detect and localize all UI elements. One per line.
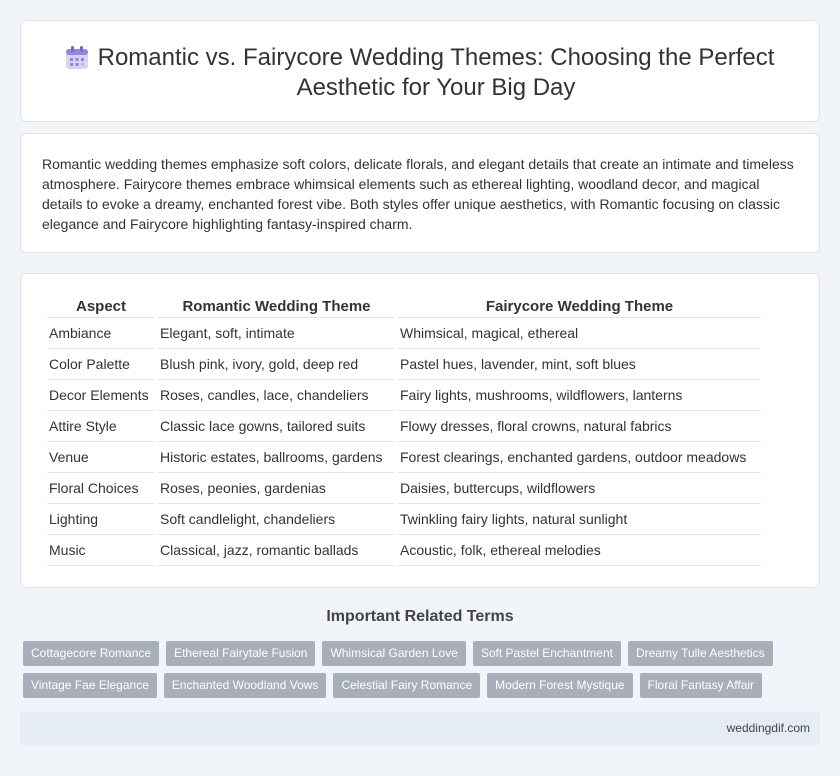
table-cell: Classical, jazz, romantic ballads (158, 535, 395, 566)
footer-site-link[interactable]: weddingdif.com (727, 721, 810, 735)
column-header-aspect: Aspect (47, 296, 155, 318)
tag-row: Vintage Fae Elegance Enchanted Woodland … (23, 673, 783, 698)
tag-link[interactable]: Celestial Fairy Romance (333, 673, 481, 698)
table-cell: Decor Elements (47, 380, 155, 411)
table-cell: Acoustic, folk, ethereal melodies (398, 535, 761, 566)
footer-bar: weddingdif.com (20, 712, 820, 745)
table-header-row: Aspect Romantic Wedding Theme Fairycore … (47, 296, 761, 318)
table-row: Lighting Soft candlelight, chandeliers T… (47, 504, 761, 535)
table-row: Music Classical, jazz, romantic ballads … (47, 535, 761, 566)
table-cell: Daisies, buttercups, wildflowers (398, 473, 761, 504)
table-cell: Venue (47, 442, 155, 473)
column-header-fairycore: Fairycore Wedding Theme (398, 296, 761, 318)
table-row: Attire Style Classic lace gowns, tailore… (47, 411, 761, 442)
table-cell: Roses, peonies, gardenias (158, 473, 395, 504)
table-cell: Attire Style (47, 411, 155, 442)
table-row: Decor Elements Roses, candles, lace, cha… (47, 380, 761, 411)
table-cell: Lighting (47, 504, 155, 535)
table-cell: Whimsical, magical, ethereal (398, 318, 761, 349)
tag-row: Cottagecore Romance Ethereal Fairytale F… (23, 641, 783, 666)
table-cell: Blush pink, ivory, gold, deep red (158, 349, 395, 380)
tag-link[interactable]: Soft Pastel Enchantment (472, 641, 621, 666)
tag-link[interactable]: Vintage Fae Elegance (23, 673, 157, 698)
tag-link[interactable]: Cottagecore Romance (23, 641, 160, 666)
table-row: Floral Choices Roses, peonies, gardenias… (47, 473, 761, 504)
table-cell: Flowy dresses, floral crowns, natural fa… (398, 411, 761, 442)
column-header-romantic: Romantic Wedding Theme (158, 296, 395, 318)
tag-link[interactable]: Whimsical Garden Love (322, 641, 466, 666)
comparison-card: Aspect Romantic Wedding Theme Fairycore … (20, 273, 820, 588)
table-cell: Ambiance (47, 318, 155, 349)
tag-link[interactable]: Enchanted Woodland Vows (163, 673, 327, 698)
table-cell: Soft candlelight, chandeliers (158, 504, 395, 535)
table-cell: Pastel hues, lavender, mint, soft blues (398, 349, 761, 380)
table-cell: Fairy lights, mushrooms, wildflowers, la… (398, 380, 761, 411)
table-cell: Historic estates, ballrooms, gardens (158, 442, 395, 473)
table-cell: Twinkling fairy lights, natural sunlight (398, 504, 761, 535)
table-cell: Classic lace gowns, tailored suits (158, 411, 395, 442)
comparison-table: Aspect Romantic Wedding Theme Fairycore … (44, 296, 764, 566)
table-cell: Forest clearings, enchanted gardens, out… (398, 442, 761, 473)
page-title: Romantic vs. Fairycore Wedding Themes: C… (97, 44, 775, 101)
table-row: Venue Historic estates, ballrooms, garde… (47, 442, 761, 473)
tag-link[interactable]: Ethereal Fairytale Fusion (166, 641, 316, 666)
related-terms-list: Cottagecore Romance Ethereal Fairytale F… (23, 641, 783, 705)
table-cell: Color Palette (47, 349, 155, 380)
related-terms-heading: Important Related Terms (326, 608, 514, 625)
tag-link[interactable]: Modern Forest Mystique (487, 673, 633, 698)
tag-link[interactable]: Dreamy Tulle Aesthetics (627, 641, 773, 666)
table-cell: Roses, candles, lace, chandeliers (158, 380, 395, 411)
table-cell: Music (47, 535, 155, 566)
table-row: Ambiance Elegant, soft, intimate Whimsic… (47, 318, 761, 349)
title-card: Romantic vs. Fairycore Wedding Themes: C… (20, 20, 820, 122)
intro-paragraph: Romantic wedding themes emphasize soft c… (42, 156, 794, 232)
table-cell: Floral Choices (47, 473, 155, 504)
tag-link[interactable]: Floral Fantasy Affair (639, 673, 763, 698)
table-row: Color Palette Blush pink, ivory, gold, d… (47, 349, 761, 380)
intro-card: Romantic wedding themes emphasize soft c… (20, 133, 820, 253)
table-cell: Elegant, soft, intimate (158, 318, 395, 349)
